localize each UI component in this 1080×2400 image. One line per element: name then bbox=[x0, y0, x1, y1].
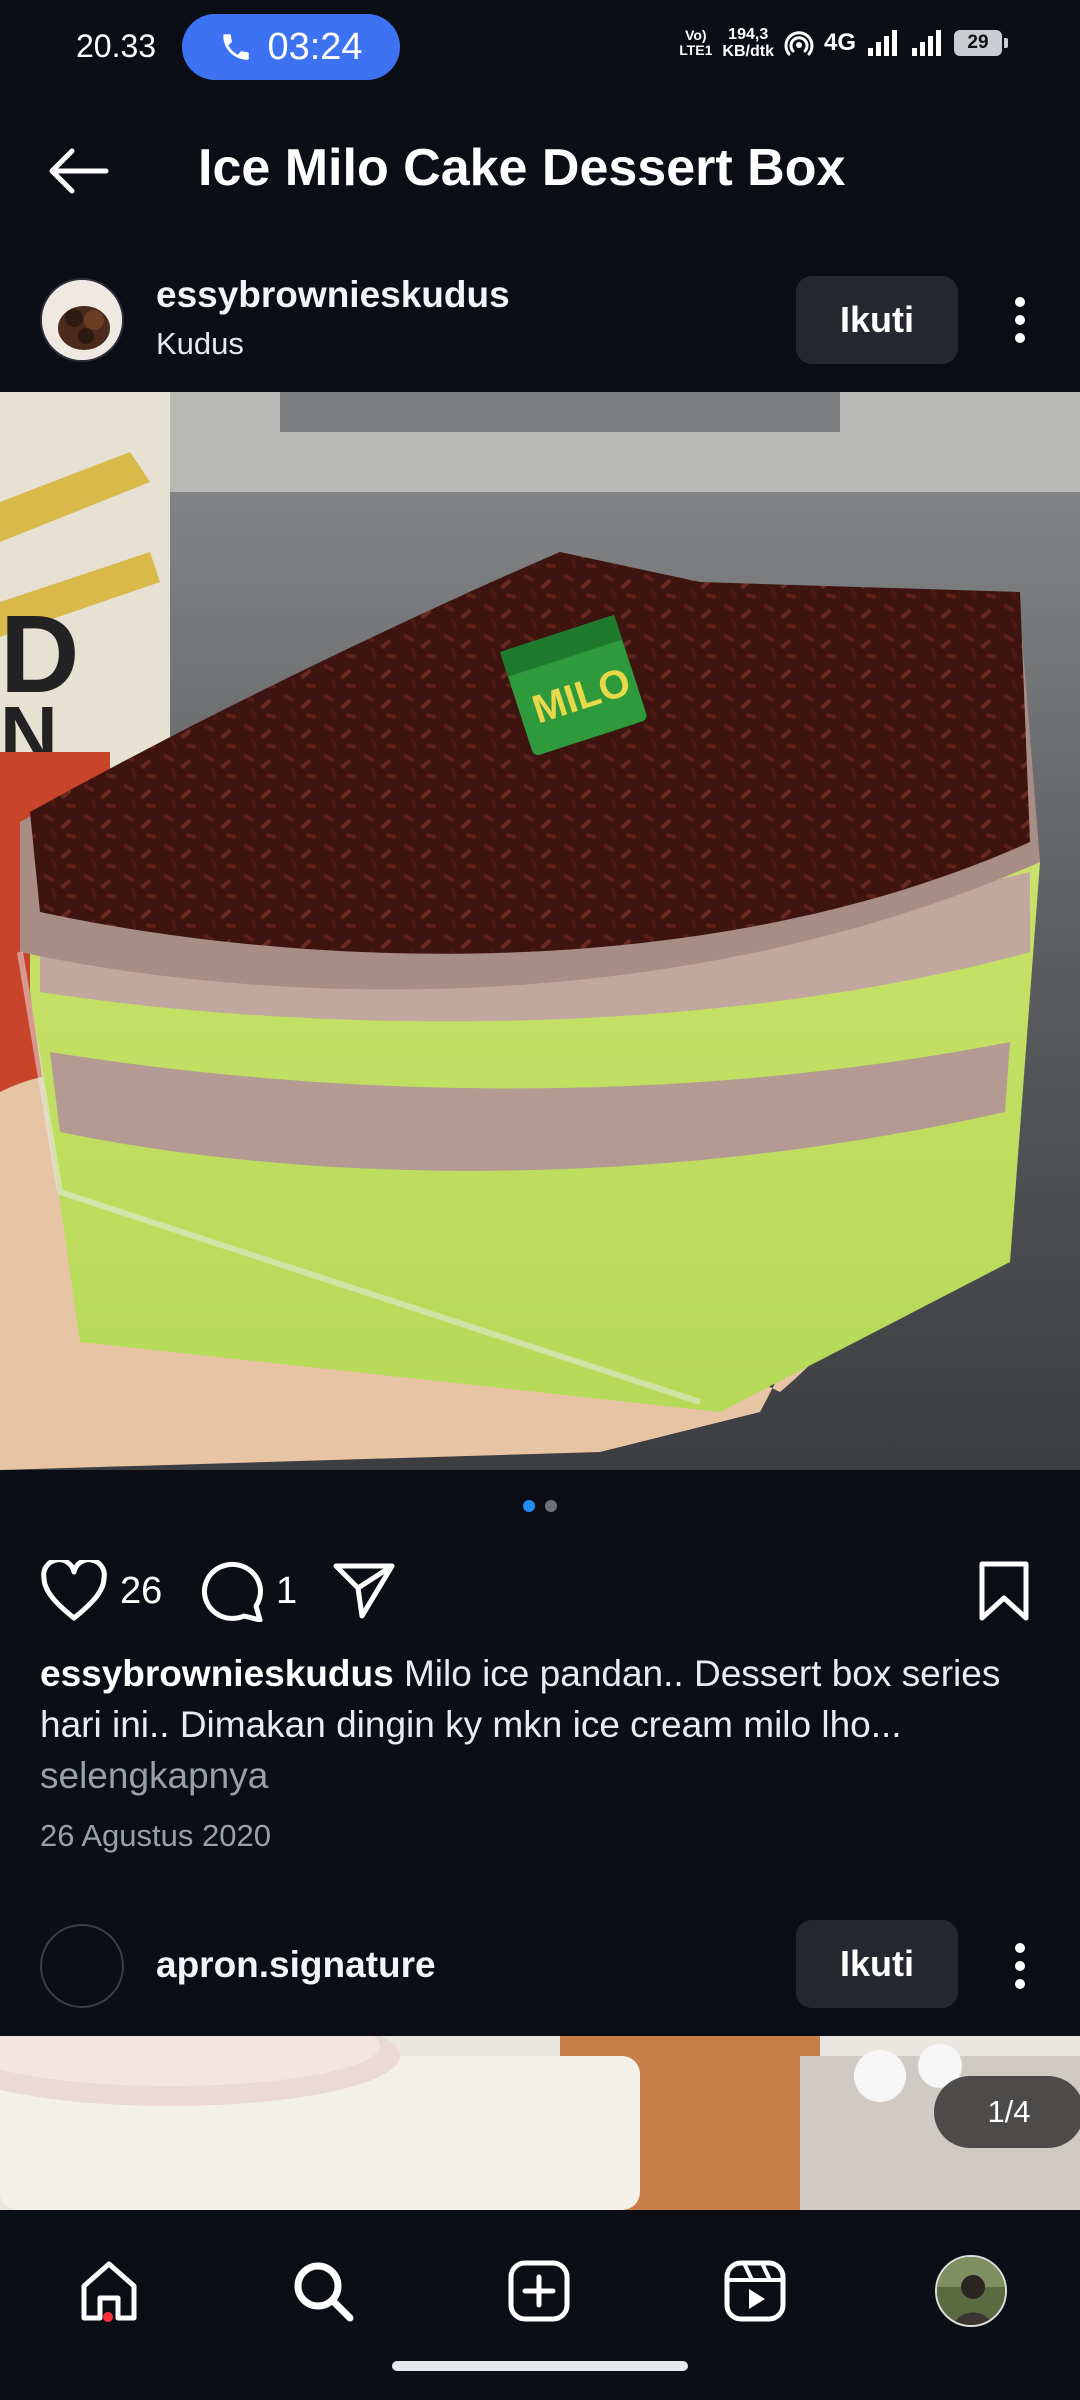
hotspot-icon bbox=[784, 31, 814, 56]
post2-username[interactable]: apron.signature bbox=[156, 1944, 436, 1986]
avatar[interactable] bbox=[40, 278, 124, 362]
battery-icon: 29 bbox=[954, 30, 1008, 56]
follow-button[interactable]: Ikuti bbox=[796, 1920, 958, 2008]
see-more-link[interactable]: selengkapnya bbox=[40, 1750, 1040, 1801]
more-vertical-icon bbox=[1015, 297, 1025, 343]
app-header: Ice Milo Cake Dessert Box bbox=[0, 110, 1080, 230]
back-button[interactable] bbox=[38, 136, 118, 206]
comment-action[interactable]: 1 bbox=[198, 1560, 297, 1622]
more-options-button[interactable] bbox=[1000, 288, 1040, 352]
image-counter-badge: 1/4 bbox=[934, 2076, 1080, 2148]
nav-search[interactable] bbox=[278, 2246, 368, 2336]
caption-username[interactable]: essybrownieskudus bbox=[40, 1653, 394, 1694]
post-actions: 26 1 bbox=[0, 1548, 1080, 1632]
profile-photo bbox=[937, 2257, 1005, 2325]
comment-count[interactable]: 1 bbox=[276, 1570, 297, 1613]
send-icon bbox=[333, 1563, 395, 1619]
post2-header: apron.signature Ikuti bbox=[0, 1904, 1080, 2034]
signal-icon bbox=[868, 30, 897, 56]
avatar[interactable] bbox=[40, 1924, 124, 2008]
nav-create[interactable] bbox=[494, 2246, 584, 2336]
volte-indicator: Vo) LTE1 bbox=[679, 27, 713, 58]
page-title: Ice Milo Cake Dessert Box bbox=[198, 139, 846, 197]
cake-photo: D N MILO bbox=[0, 392, 1080, 1470]
status-bar: 20.33 03:24 Vo) LTE1 194,3 KB/dtk 4G 29 bbox=[0, 0, 1080, 96]
profile-avatar bbox=[935, 2255, 1007, 2327]
nav-home[interactable] bbox=[64, 2246, 154, 2336]
follow-button[interactable]: Ikuti bbox=[796, 276, 958, 364]
status-time: 20.33 bbox=[76, 28, 157, 64]
like-action[interactable]: 26 bbox=[40, 1560, 162, 1622]
call-timer-pill[interactable]: 03:24 bbox=[182, 14, 400, 80]
post-caption: essybrownieskudus Milo ice pandan.. Dess… bbox=[40, 1648, 1040, 1801]
home-indicator[interactable] bbox=[392, 2361, 688, 2371]
more-vertical-icon bbox=[1015, 1943, 1025, 1989]
carousel-indicator bbox=[0, 1500, 1080, 1524]
nav-reels[interactable] bbox=[710, 2246, 800, 2336]
arrow-left-icon bbox=[49, 148, 109, 194]
status-icons: Vo) LTE1 194,3 KB/dtk 4G 29 bbox=[679, 26, 1008, 60]
carousel-dot bbox=[545, 1500, 557, 1512]
signal-icon-2 bbox=[912, 30, 941, 56]
cake-photo-2 bbox=[0, 2036, 1080, 2210]
share-action[interactable] bbox=[332, 1560, 396, 1620]
post2-image[interactable] bbox=[0, 2036, 1080, 2210]
call-timer: 03:24 bbox=[267, 25, 363, 68]
carousel-dot-active bbox=[523, 1500, 535, 1512]
post-image[interactable]: D N MILO bbox=[0, 392, 1080, 1470]
heart-icon bbox=[41, 1560, 107, 1621]
bookmark-icon bbox=[979, 1561, 1029, 1621]
phone-icon bbox=[223, 34, 250, 60]
more-options-button[interactable] bbox=[1000, 1934, 1040, 1998]
reels-icon bbox=[724, 2260, 786, 2322]
post-location[interactable]: Kudus bbox=[156, 326, 244, 362]
post-date: 26 Agustus 2020 bbox=[40, 1818, 271, 1853]
create-icon bbox=[508, 2260, 570, 2322]
network-speed: 194,3 KB/dtk bbox=[722, 26, 774, 60]
comment-icon bbox=[201, 1561, 263, 1622]
network-type: 4G bbox=[823, 29, 856, 56]
like-count[interactable]: 26 bbox=[120, 1570, 162, 1613]
save-action[interactable] bbox=[976, 1560, 1032, 1622]
post-username[interactable]: essybrownieskudus bbox=[156, 274, 510, 316]
post-header: essybrownieskudus Kudus Ikuti bbox=[0, 260, 1080, 390]
avatar-image bbox=[42, 280, 122, 360]
notification-dot bbox=[103, 2312, 113, 2322]
nav-profile[interactable] bbox=[926, 2246, 1016, 2336]
search-icon bbox=[294, 2262, 354, 2322]
bottom-nav bbox=[0, 2210, 1080, 2400]
